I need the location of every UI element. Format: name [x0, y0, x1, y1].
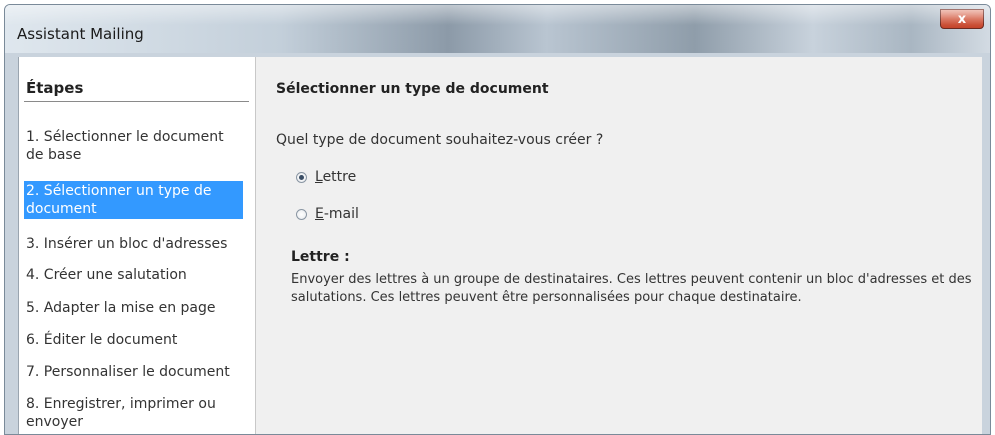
page-title: Sélectionner un type de document	[276, 81, 549, 97]
description-text: Envoyer des lettres à un groupe de desti…	[291, 272, 972, 305]
close-button[interactable]: x	[940, 9, 984, 29]
step-insert-address-block[interactable]: 3. Insérer un bloc d'adresses	[24, 234, 243, 254]
steps-sidebar: Étapes 1. Sélectionner le document de ba…	[19, 57, 256, 434]
step-adjust-layout[interactable]: 5. Adapter la mise en page	[24, 298, 243, 318]
radio-letter[interactable]	[296, 171, 307, 183]
title-bar[interactable]: Assistant Mailing x	[5, 5, 990, 53]
step-select-base-document[interactable]: 1. Sélectionner le document de base	[24, 127, 243, 165]
radio-email[interactable]	[296, 208, 307, 220]
step-save-print-send[interactable]: 8. Enregistrer, imprimer ou envoyer	[24, 394, 243, 432]
window-title: Assistant Mailing	[17, 25, 144, 43]
step-create-salutation[interactable]: 4. Créer une salutation	[24, 265, 243, 285]
document-type-question: Quel type de document souhaitez-vous cré…	[276, 132, 604, 148]
steps-divider	[24, 101, 249, 102]
radio-option-letter[interactable]: Lettre	[296, 168, 356, 186]
steps-heading: Étapes	[26, 79, 84, 97]
radio-option-email[interactable]: E-mail	[296, 205, 359, 223]
step-edit-document[interactable]: 6. Éditer le document	[24, 330, 243, 350]
radio-email-label[interactable]: E-mail	[315, 206, 359, 222]
wizard-client-area: Étapes 1. Sélectionner le document de ba…	[18, 57, 982, 434]
description-title: Lettre :	[291, 249, 350, 265]
mail-merge-wizard-window: Assistant Mailing x Étapes 1. Sélectionn…	[4, 4, 991, 435]
step-personalize-document[interactable]: 7. Personnaliser le document	[24, 362, 243, 382]
step-select-document-type[interactable]: 2. Sélectionner un type de document	[24, 181, 243, 219]
radio-letter-label[interactable]: Lettre	[315, 169, 356, 185]
close-icon: x	[957, 11, 967, 27]
step-content-panel: Sélectionner un type de document Quel ty…	[256, 57, 982, 434]
